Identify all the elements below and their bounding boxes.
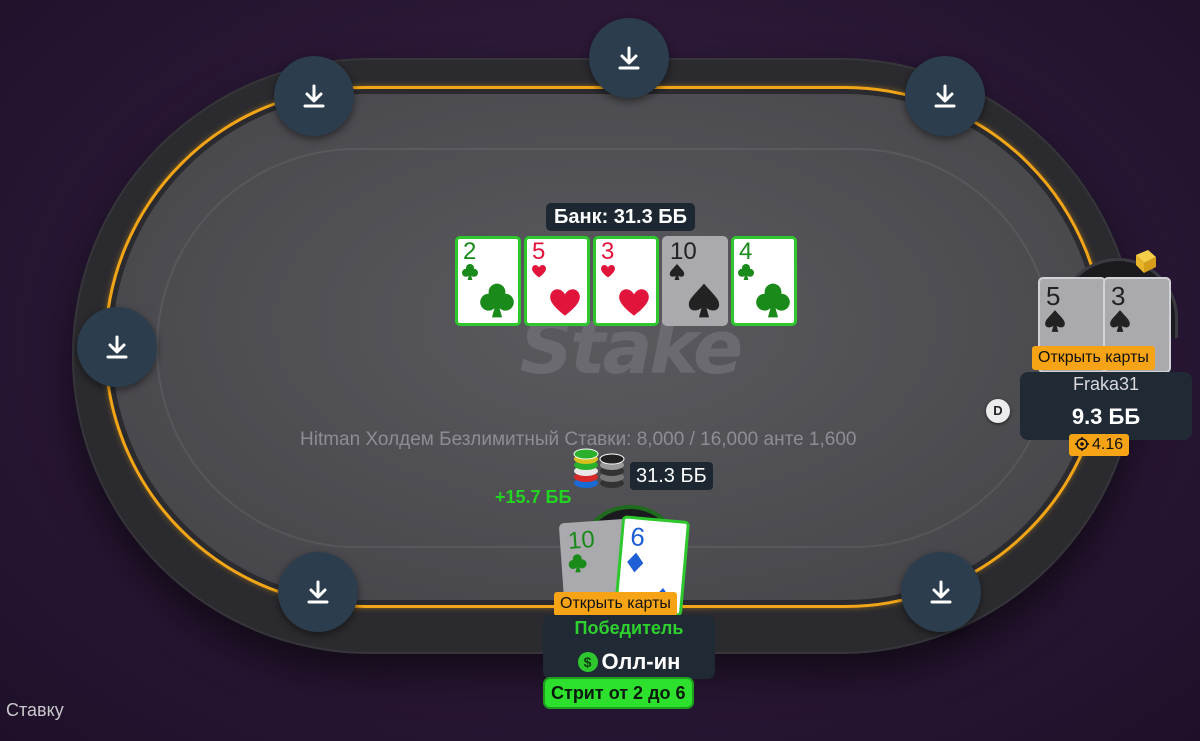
club-icon <box>738 264 754 280</box>
heart-icon <box>550 289 580 316</box>
opponent-badge-value: 4.16 <box>1092 436 1124 453</box>
dealer-button: D <box>986 399 1010 423</box>
spade-icon <box>1045 310 1065 332</box>
card-rank: 5 <box>1046 281 1061 311</box>
board-card: 3 <box>593 236 659 326</box>
heart-icon <box>601 265 615 278</box>
club-icon <box>462 264 478 280</box>
opponent-name: Fraka31 <box>1072 374 1140 394</box>
dollar-icon: $ <box>577 652 598 672</box>
card-rank: 2 <box>463 238 477 265</box>
club-icon <box>480 283 514 318</box>
download-icon <box>934 84 956 108</box>
opponent-info-panel: Fraka31 9.3 ББ <box>1020 372 1192 440</box>
board-card: 10 <box>662 236 728 326</box>
card-rank: 4 <box>739 238 753 265</box>
sit-down-button-top-center[interactable] <box>589 18 669 98</box>
show-cards-button[interactable]: Открыть карты <box>554 592 677 616</box>
heart-icon <box>532 265 546 278</box>
card-rank: 5 <box>532 238 546 265</box>
target-icon <box>1075 437 1089 451</box>
sit-down-button-bottom-left[interactable] <box>278 552 358 632</box>
card-rank: 3 <box>1111 281 1126 311</box>
card-rank: 6 <box>629 521 647 553</box>
sit-down-button-top-right[interactable] <box>905 56 985 136</box>
download-icon <box>106 335 128 359</box>
hero-info-panel: Победитель $ Олл-ин <box>543 615 715 679</box>
board-card: 2 <box>455 236 521 326</box>
download-icon <box>303 84 325 108</box>
spade-icon <box>688 283 720 318</box>
bet-amount: 31.3 ББ <box>630 462 713 490</box>
bet-menu-text[interactable]: Ставку <box>6 700 64 721</box>
spade-icon <box>1110 310 1130 332</box>
diamond-icon <box>627 552 644 573</box>
hand-description-badge: Стрит от 2 до 6 <box>545 679 692 707</box>
sit-down-button-left[interactable] <box>77 307 157 387</box>
opponent-show-cards-button[interactable]: Открыть карты <box>1032 346 1155 370</box>
spade-icon <box>669 264 685 280</box>
download-icon <box>307 580 329 604</box>
win-amount: +15.7 ББ <box>495 487 572 507</box>
gift-icon <box>1136 250 1156 273</box>
heart-icon <box>619 289 649 316</box>
card-rank: 10 <box>670 238 697 265</box>
pot-label: Банк: 31.3 ББ <box>546 203 696 231</box>
download-icon <box>930 580 952 604</box>
opponent-badge: 4.16 <box>1069 434 1130 456</box>
sit-down-button-bottom-right[interactable] <box>901 552 981 632</box>
board-card: 5 <box>524 236 590 326</box>
sit-down-button-top-left[interactable] <box>274 56 354 136</box>
download-icon <box>618 46 640 70</box>
action-text: Олл-ин <box>601 649 681 674</box>
board-card: 4 <box>731 236 797 326</box>
card-rank: 10 <box>567 526 596 555</box>
chip-stack-icon <box>572 447 632 496</box>
club-icon <box>756 283 790 318</box>
opponent-stack: 9.3 ББ <box>1071 404 1141 429</box>
club-icon <box>568 554 587 573</box>
hero-action: $ Олл-ин <box>543 649 715 675</box>
card-rank: 3 <box>601 238 615 265</box>
winner-status: Победитель <box>574 618 684 638</box>
